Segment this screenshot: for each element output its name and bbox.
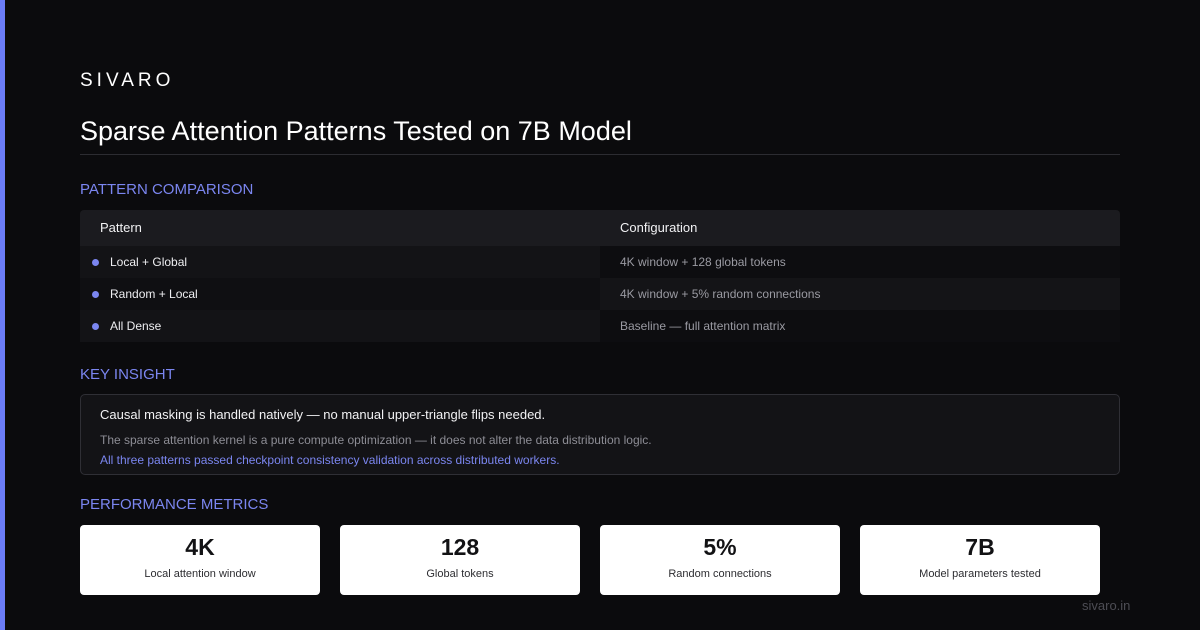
- metric-value: 7B: [965, 534, 995, 560]
- metric-label: Global tokens: [426, 568, 494, 580]
- key-insight-box: Causal masking is handled natively — no …: [80, 394, 1120, 475]
- table-row: Random + Local 4K window + 5% random con…: [80, 278, 1120, 310]
- insight-description: The sparse attention kernel is a pure co…: [100, 433, 652, 447]
- pattern-cell: All Dense: [80, 310, 600, 342]
- metric-label: Random connections: [668, 568, 772, 580]
- section-label-key-insight: KEY INSIGHT: [80, 366, 175, 383]
- metric-label: Model parameters tested: [919, 568, 1041, 580]
- page-title: Sparse Attention Patterns Tested on 7B M…: [80, 116, 632, 146]
- metric-value: 128: [440, 534, 480, 560]
- column-header-pattern: Pattern: [80, 210, 600, 246]
- configuration-cell: 4K window + 5% random connections: [600, 278, 1120, 310]
- section-label-pattern-comparison: PATTERN COMPARISON: [80, 181, 254, 198]
- brand-logo: SIVARO: [80, 70, 175, 91]
- bullet-dot-icon: [92, 258, 99, 266]
- pattern-cell: Local + Global: [80, 246, 600, 278]
- accent-bar: [0, 0, 5, 630]
- pattern-comparison-table: Pattern Configuration Local + Global 4K …: [80, 210, 1120, 342]
- metric-card-random-connections: 5% Random connections: [600, 525, 840, 595]
- footer-domain: sivaro.in: [1082, 598, 1131, 613]
- metric-label: Local attention window: [144, 568, 256, 580]
- metric-card-model-parameters: 7B Model parameters tested: [860, 525, 1100, 595]
- metrics-row: 4K Local attention window 128 Global tok…: [80, 525, 1120, 595]
- column-header-configuration: Configuration: [600, 210, 1120, 246]
- table-row: All Dense Baseline — full attention matr…: [80, 310, 1120, 342]
- pattern-name: Local + Global: [110, 255, 188, 269]
- bullet-dot-icon: [92, 322, 99, 330]
- table-header-row: Pattern Configuration: [80, 210, 1120, 246]
- pattern-cell: Random + Local: [80, 278, 600, 310]
- metric-card-global-tokens: 128 Global tokens: [340, 525, 580, 595]
- insight-headline: Causal masking is handled natively — no …: [100, 407, 546, 422]
- metric-value: 4K: [185, 534, 215, 560]
- section-label-performance-metrics: PERFORMANCE METRICS: [80, 496, 269, 513]
- title-divider: [80, 154, 1120, 155]
- pattern-name: All Dense: [110, 319, 162, 333]
- bullet-dot-icon: [92, 290, 99, 298]
- pattern-name: Random + Local: [110, 287, 198, 301]
- insight-validation-note: All three patterns passed checkpoint con…: [100, 453, 560, 467]
- configuration-cell: Baseline — full attention matrix: [600, 310, 1120, 342]
- configuration-cell: 4K window + 128 global tokens: [600, 246, 1120, 278]
- metric-card-local-window: 4K Local attention window: [80, 525, 320, 595]
- table-row: Local + Global 4K window + 128 global to…: [80, 246, 1120, 278]
- metric-value: 5%: [703, 534, 737, 560]
